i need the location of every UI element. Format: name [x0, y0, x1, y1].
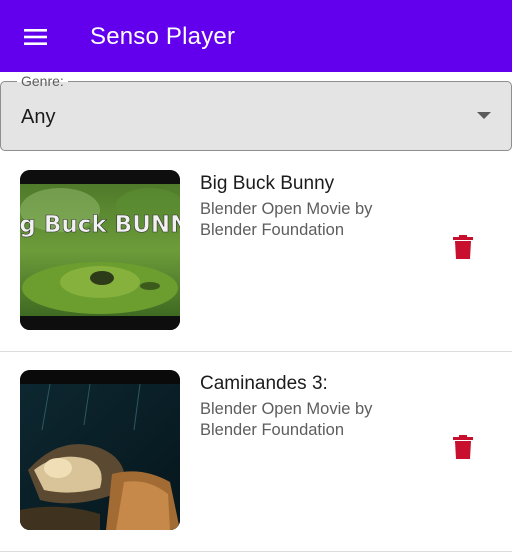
video-title: Caminandes 3: — [200, 373, 328, 394]
video-thumbnail: Big Buck BUNNY — [20, 170, 180, 330]
video-thumbnail — [20, 370, 180, 530]
genre-label: Genre: — [17, 72, 68, 90]
delete-button[interactable] — [446, 232, 480, 266]
video-subtitle: Blender Open Movie by Blender Foundation — [200, 400, 373, 439]
app-bar: Senso Player — [0, 0, 512, 72]
menu-button[interactable] — [20, 22, 52, 52]
thumbnail-title-text: Big Buck BUNNY — [20, 212, 180, 238]
video-subtitle: Blender Open Movie by Blender Foundation — [200, 200, 373, 239]
menu-icon — [23, 27, 49, 47]
delete-icon — [453, 434, 473, 464]
delete-button[interactable] — [446, 432, 480, 466]
genre-select[interactable]: Genre: Any — [0, 72, 512, 151]
list-item[interactable]: Caminandes 3: Blender Open Movie by Blen… — [0, 352, 512, 552]
dropdown-arrow-icon — [477, 112, 491, 119]
list-item[interactable]: Big Buck BUNNY Big Buck Bunny Blender Op… — [0, 152, 512, 352]
video-title: Big Buck Bunny — [200, 173, 335, 194]
video-list: Big Buck BUNNY Big Buck Bunny Blender Op… — [0, 152, 512, 552]
delete-icon — [453, 234, 473, 264]
app-title: Senso Player — [90, 23, 236, 50]
genre-selected-value: Any — [21, 106, 56, 128]
